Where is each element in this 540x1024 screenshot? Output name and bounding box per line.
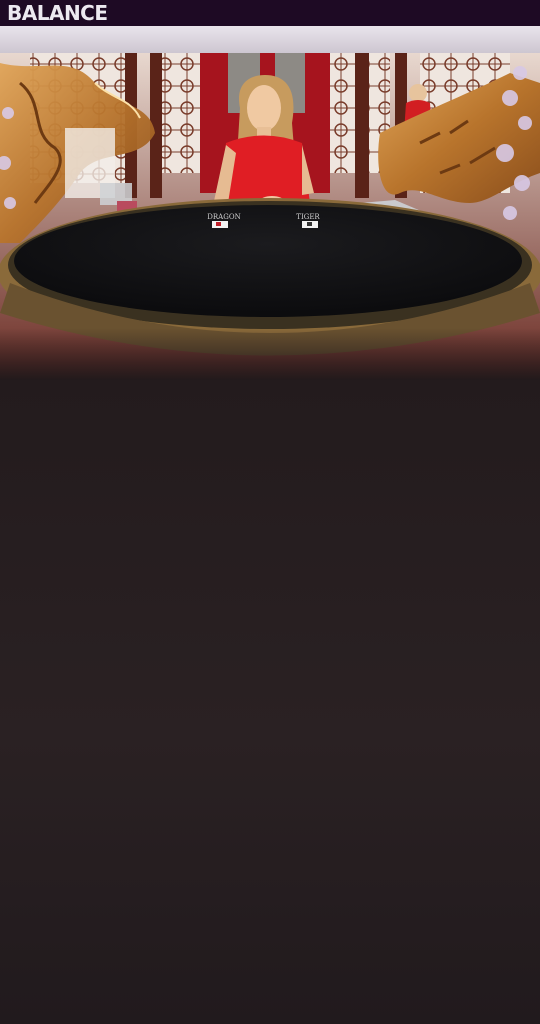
balance-label: BALANCE	[7, 1, 108, 25]
game-area	[0, 380, 540, 1024]
live-video-stream: DRAGON TIGER	[0, 53, 540, 380]
top-bar: BALANCE	[0, 0, 540, 26]
tiger-area-label: TIGER	[296, 213, 320, 221]
info-bar	[0, 26, 540, 53]
dragon-area-label: DRAGON	[207, 213, 240, 221]
